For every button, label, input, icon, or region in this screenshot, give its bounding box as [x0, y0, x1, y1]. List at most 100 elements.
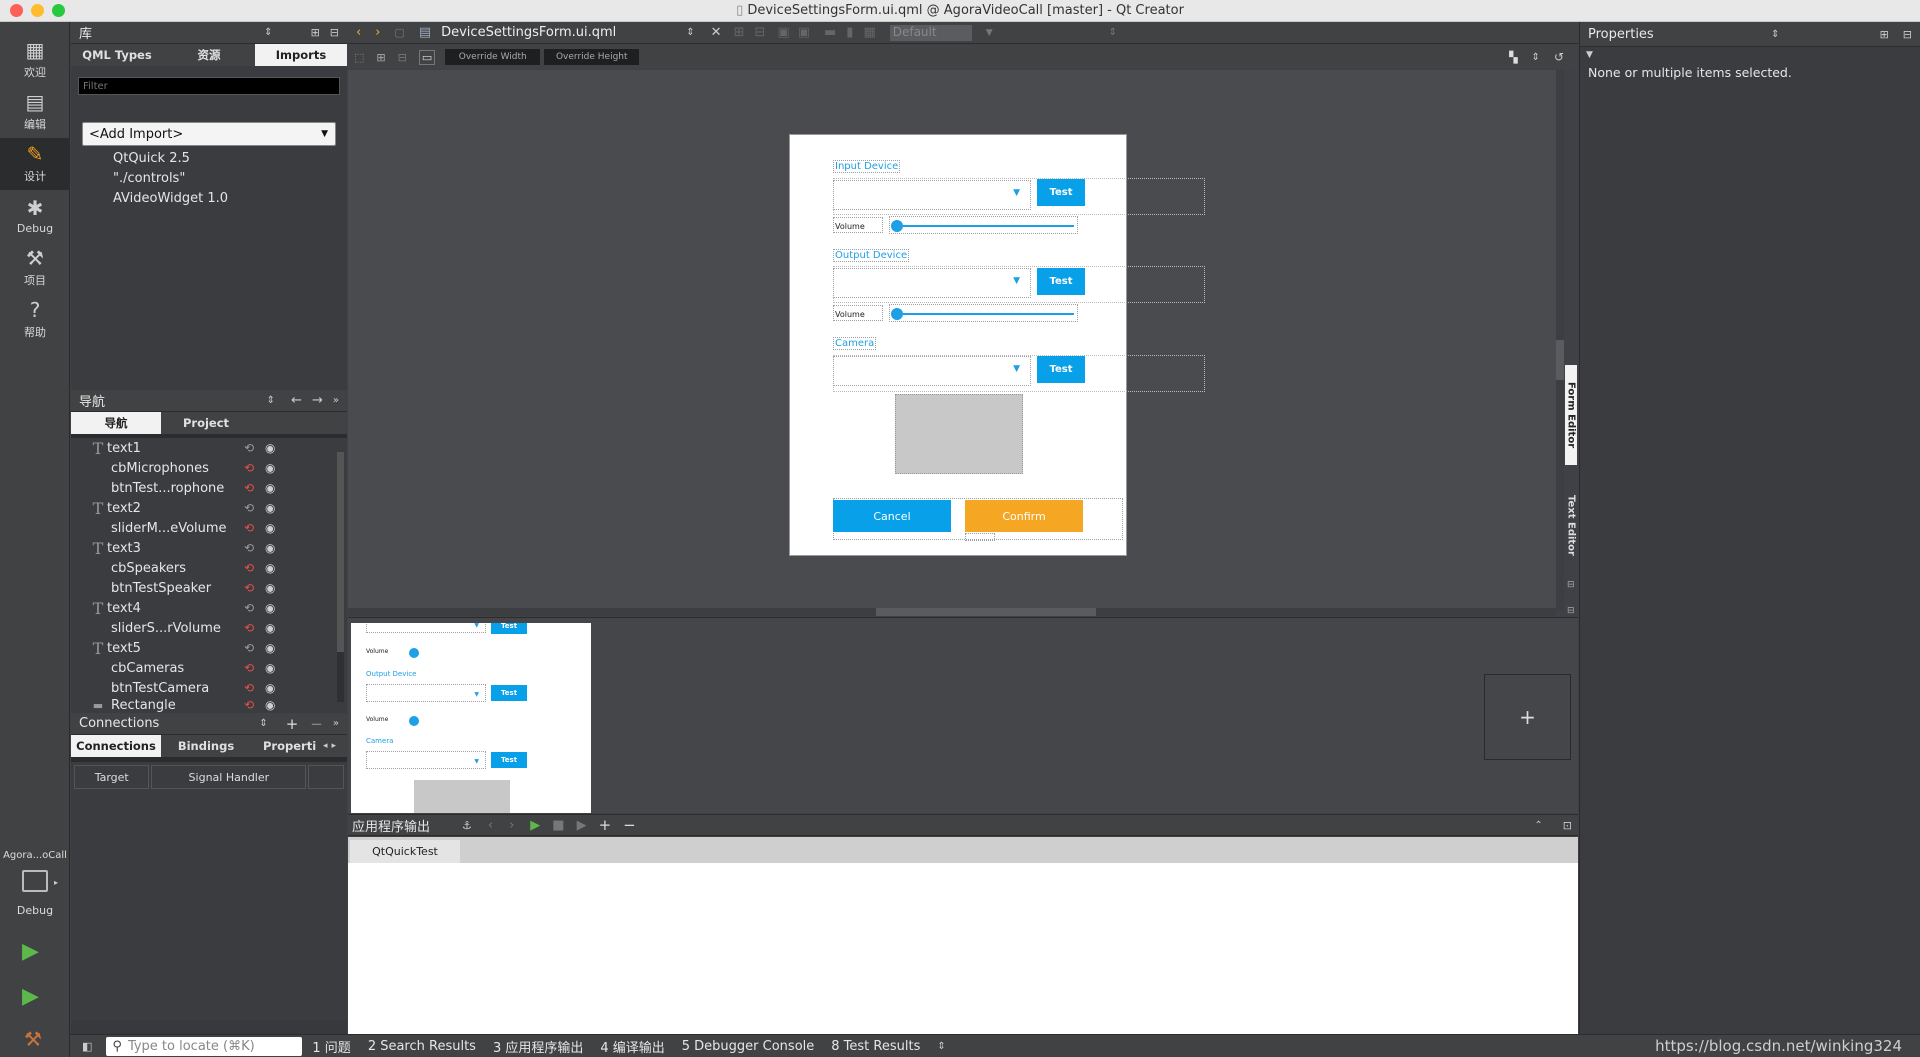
input-volume-slider[interactable] — [889, 216, 1078, 234]
navigator-item[interactable]: Ttext5 ⟲ ◉ — [89, 638, 347, 658]
prev-icon[interactable]: ‹ — [488, 818, 493, 833]
slider-handle[interactable] — [891, 308, 903, 320]
tab-resources[interactable]: 资源 — [163, 44, 255, 66]
rerun-icon[interactable]: ▶ — [530, 818, 540, 833]
run-icon[interactable]: ▶ — [22, 939, 39, 964]
microphones-combobox[interactable]: ▼ — [833, 180, 1031, 210]
horizontal-scrollbar[interactable] — [348, 608, 1556, 616]
column-target[interactable]: Target — [74, 765, 150, 789]
file-selector-icon[interactable]: ⇕ — [686, 27, 694, 38]
test-camera-button[interactable]: Test — [1037, 356, 1085, 383]
output-volume-slider[interactable] — [889, 304, 1078, 322]
navigator-item[interactable]: btnTestCamera ⟲ ◉ — [89, 678, 347, 698]
tab-bindings[interactable]: Bindings — [161, 735, 251, 757]
connections-icon[interactable]: ⟲ — [244, 561, 254, 575]
navigator-item[interactable]: btnTest...rophone ⟲ ◉ — [89, 478, 347, 498]
row-layout-icon[interactable]: ▬ — [824, 25, 836, 40]
arrow-left-icon[interactable]: ← — [291, 393, 302, 408]
speakers-combobox[interactable]: ▼ — [833, 268, 1031, 298]
debug-run-icon[interactable]: ▶ — [22, 984, 39, 1009]
connections-icon[interactable]: ⟲ — [244, 698, 254, 712]
tab-project[interactable]: Project — [161, 412, 251, 434]
navigator-item[interactable]: ▬ Rectangle ⟲ ◉ — [89, 698, 347, 713]
visibility-eye-icon[interactable]: ◉ — [265, 541, 275, 555]
form-editor-tab[interactable]: Form Editor — [1565, 365, 1577, 465]
split-icon[interactable]: ⊞ — [311, 26, 320, 39]
close-panel-icon[interactable]: ⊟ — [330, 26, 339, 39]
locator-input[interactable]: ⚲ Type to locate (⌘K) — [106, 1036, 303, 1056]
connections-scrollbar[interactable] — [71, 1020, 347, 1034]
tab-scroll-right-icon[interactable]: ▸ — [332, 741, 337, 751]
connections-icon[interactable]: ⟲ — [244, 681, 254, 695]
navigator-item[interactable]: Ttext2 ⟲ ◉ — [89, 498, 347, 518]
close-pane-icon[interactable]: ⊡ — [1563, 819, 1572, 832]
connections-icon[interactable]: ⟲ — [244, 501, 254, 515]
connections-icon[interactable]: ⟲ — [244, 621, 254, 635]
visibility-eye-icon[interactable]: ◉ — [265, 501, 275, 515]
mode-projects[interactable]: ⚒ 项目 — [0, 242, 70, 294]
pane-compile-output[interactable]: 4 编译输出 — [600, 1037, 664, 1056]
grid-layout-icon[interactable]: ▦ — [863, 25, 875, 40]
pane-test-results[interactable]: 8 Test Results — [831, 1039, 920, 1054]
tab-qtquicktest[interactable]: QtQuickTest — [350, 840, 460, 863]
close-panel-icon[interactable]: ⊟ — [1903, 28, 1912, 41]
tab-scroll-left-icon[interactable]: ◂ — [323, 741, 328, 751]
form-canvas[interactable]: Input Device ▼ Test Volume Output Device… — [789, 134, 1205, 556]
visibility-eye-icon[interactable]: ◉ — [265, 521, 275, 535]
visibility-eye-icon[interactable]: ◉ — [265, 561, 275, 575]
input-device-label[interactable]: Input Device — [833, 160, 901, 173]
test-speaker-button[interactable]: Test — [1037, 268, 1085, 295]
confirm-button[interactable]: Confirm — [965, 500, 1083, 532]
connections-icon[interactable]: ⟲ — [244, 481, 254, 495]
output-text-area[interactable] — [348, 863, 1578, 1034]
visibility-eye-icon[interactable]: ◉ — [265, 441, 275, 455]
visibility-eye-icon[interactable]: ◉ — [265, 698, 275, 712]
video-preview[interactable] — [895, 394, 1023, 474]
tab-properties[interactable]: Properti — [251, 735, 323, 757]
add-import-select[interactable]: <Add Import> ▼ — [82, 122, 336, 146]
distribute-icon[interactable]: ⊟ — [754, 25, 765, 40]
output-device-label[interactable]: Output Device — [833, 249, 910, 262]
visibility-eye-icon[interactable]: ◉ — [265, 481, 275, 495]
arrow-right-icon[interactable]: → — [312, 393, 323, 408]
remove-icon[interactable]: − — [310, 715, 323, 733]
test-microphone-button[interactable]: Test — [1037, 179, 1085, 206]
pane-issues[interactable]: 1 问题 — [312, 1037, 350, 1056]
collapse-icon[interactable]: ▼ — [1580, 47, 1920, 63]
anchor-tool-icon[interactable]: ⊞ — [376, 51, 385, 64]
column-signal-handler[interactable]: Signal Handler — [151, 765, 307, 789]
add-state-button[interactable]: + — [1484, 674, 1571, 760]
reset-view-icon[interactable]: ↺ — [1554, 50, 1564, 64]
navigator-item[interactable]: Ttext1 ⟲ ◉ — [89, 438, 347, 458]
tab-navigator[interactable]: 导航 — [71, 412, 161, 434]
visibility-eye-icon[interactable]: ◉ — [265, 661, 275, 675]
state-select[interactable]: Default — [889, 24, 972, 41]
pane-application-output[interactable]: 3 应用程序输出 — [493, 1037, 583, 1056]
connections-icon[interactable]: ⟲ — [244, 581, 254, 595]
background-color-icon[interactable]: ▚ — [1509, 51, 1517, 64]
snap-tool-icon[interactable]: ⊟ — [398, 51, 407, 64]
sidebar-toggle-icon[interactable]: ◧ — [82, 1040, 92, 1053]
navigator-item[interactable]: Ttext3 ⟲ ◉ — [89, 538, 347, 558]
tab-connections[interactable]: Connections — [71, 735, 161, 757]
cancel-button[interactable]: Cancel — [833, 500, 951, 532]
align-icon[interactable]: ⊞ — [734, 25, 745, 40]
connections-icon[interactable]: ⟲ — [244, 641, 254, 655]
navigator-item[interactable]: cbCameras ⟲ ◉ — [89, 658, 347, 678]
vertical-scrollbar[interactable] — [1556, 70, 1564, 610]
tab-scroll[interactable]: ◂ ▸ — [323, 735, 347, 757]
column-extra[interactable] — [308, 765, 344, 789]
import-item[interactable]: "./controls" — [113, 169, 228, 189]
library-selector-icon[interactable]: ⇕ — [264, 27, 272, 38]
visibility-eye-icon[interactable]: ◉ — [265, 461, 275, 475]
maximize-icon[interactable]: ⌃ — [1534, 820, 1542, 831]
visibility-eye-icon[interactable]: ◉ — [265, 621, 275, 635]
override-width-input[interactable]: Override Width — [445, 49, 541, 65]
camera-label[interactable]: Camera — [833, 337, 877, 350]
kit-arrow-icon[interactable]: ▸ — [54, 878, 58, 887]
connections-icon[interactable]: ⟲ — [244, 541, 254, 555]
more-icon[interactable]: » — [333, 395, 339, 406]
visibility-eye-icon[interactable]: ◉ — [265, 681, 275, 695]
debug-rerun-icon[interactable]: ▶ — [577, 818, 587, 833]
pane-debugger-console[interactable]: 5 Debugger Console — [682, 1039, 815, 1054]
